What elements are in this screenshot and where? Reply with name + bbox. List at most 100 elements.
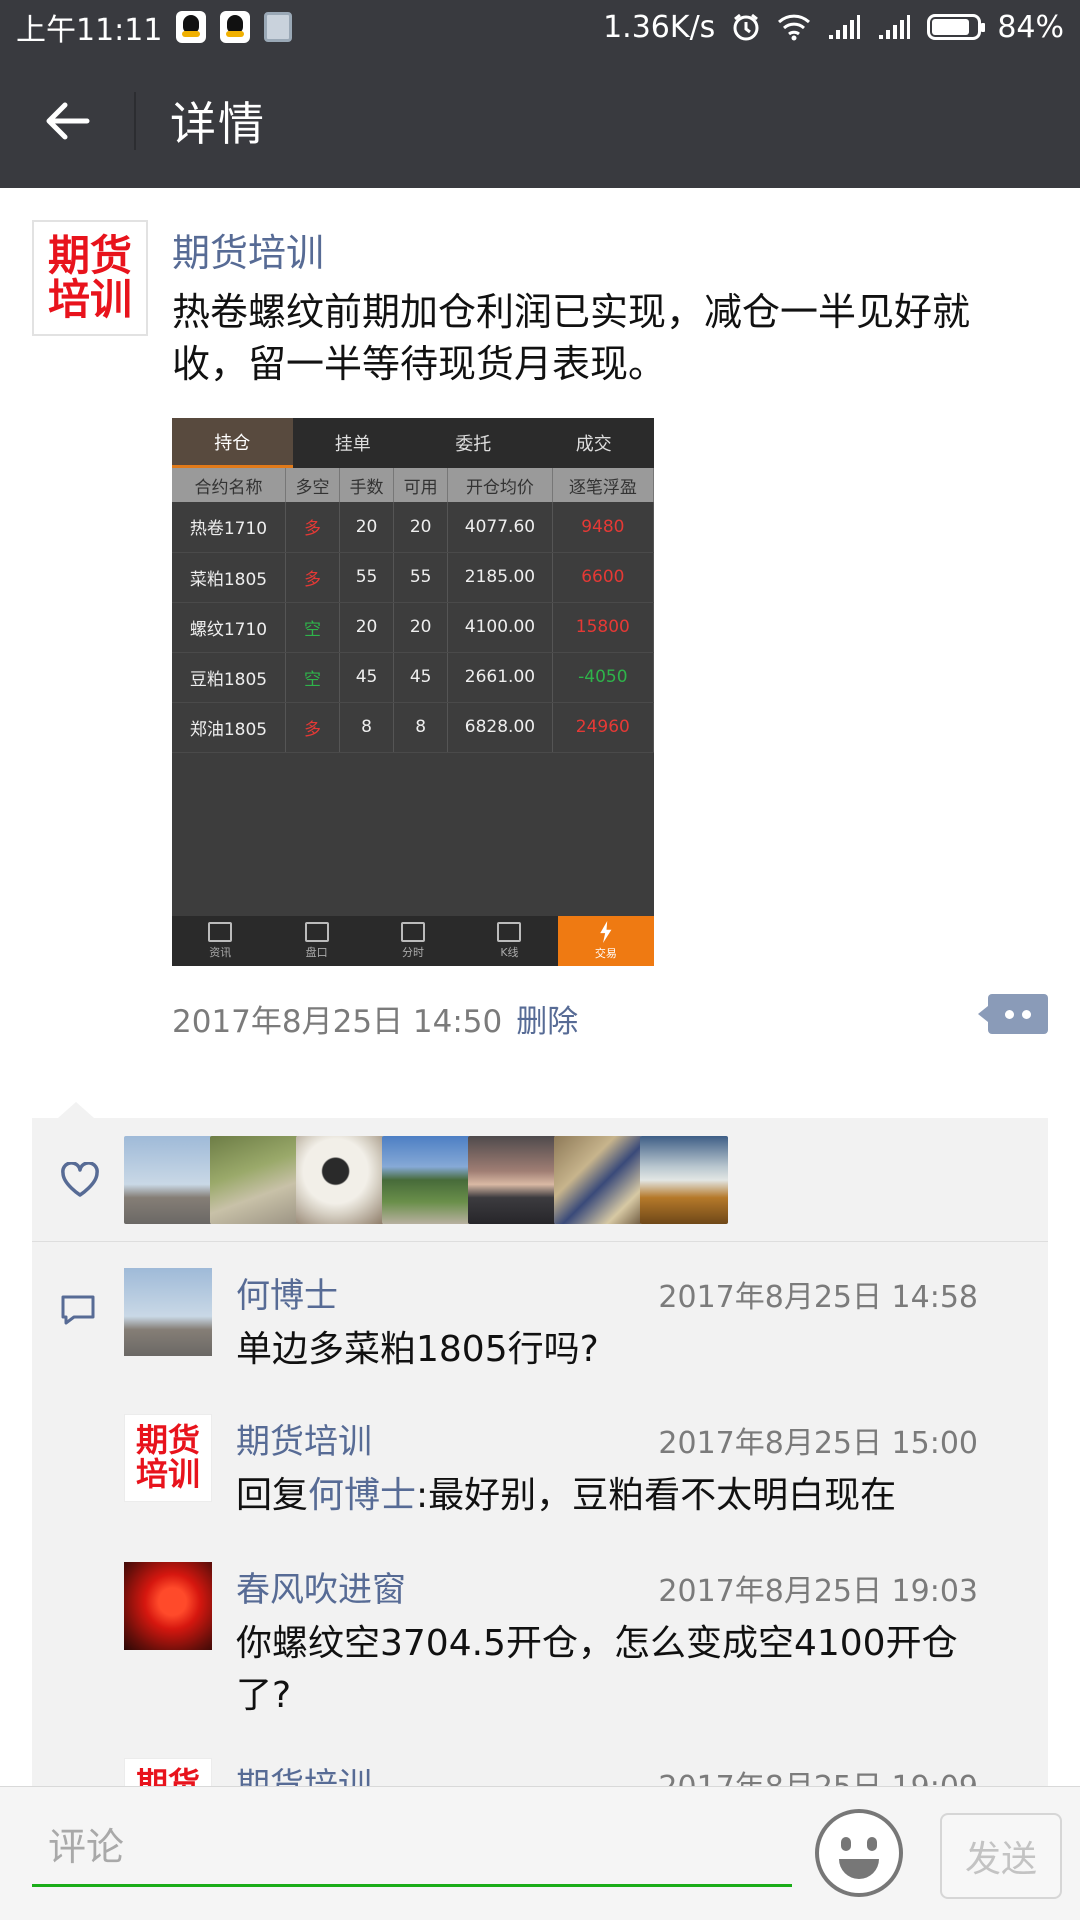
comment-item: 春风吹进窗 2017年8月25日 19:03 你螺纹空3704.5开仓，怎么变成… xyxy=(124,1562,1034,1732)
comment-item: 期货 培训 期货培训 2017年8月25日 15:00 回复何博士:最好别，豆粕… xyxy=(124,1414,1034,1534)
qq-notification-icon xyxy=(176,11,207,43)
comment-time: 2017年8月25日 15:00 xyxy=(658,1426,978,1461)
table-cell: 20 xyxy=(339,502,395,553)
table-cell: 8 xyxy=(339,702,395,753)
table-cell: 螺纹1710 xyxy=(172,602,286,653)
like-avatar[interactable] xyxy=(210,1136,298,1224)
nav-label: 资讯 xyxy=(209,946,232,959)
back-arrow-icon xyxy=(46,102,90,140)
table-cell: 4100.00 xyxy=(447,602,553,653)
commenter-avatar[interactable] xyxy=(124,1562,212,1650)
comment-input-bar: 发送 xyxy=(0,1786,1080,1920)
screenshot-tab: 成交 xyxy=(575,434,612,455)
table-header-cell: 合约名称 xyxy=(172,468,286,502)
table-cell: 热卷1710 xyxy=(172,502,286,553)
page-title: 详情 xyxy=(170,97,266,151)
table-row: 螺纹1710 空 20 20 4100.00 15800 xyxy=(172,602,654,653)
comment-time: 2017年8月25日 19:09 xyxy=(658,1770,978,1788)
table-header-cell: 手数 xyxy=(339,468,395,502)
commenter-avatar[interactable] xyxy=(124,1268,212,1356)
table-cell: 空 xyxy=(285,652,341,703)
likes-row xyxy=(32,1118,1048,1242)
emoji-eye-icon xyxy=(841,1837,851,1851)
avatar-logo-text: 期货 xyxy=(47,230,132,280)
table-cell: 6600 xyxy=(552,552,654,603)
note-notification-icon xyxy=(264,12,293,42)
table-cell: 24960 xyxy=(552,702,654,753)
commenter-name[interactable]: 何博士 xyxy=(236,1268,338,1317)
like-avatar[interactable] xyxy=(640,1136,728,1224)
network-speed: 1.36K/s xyxy=(603,9,716,45)
back-button[interactable] xyxy=(0,54,134,188)
post-author-avatar[interactable]: 期货 培训 xyxy=(32,220,148,336)
emoji-mouth-icon xyxy=(839,1859,879,1879)
table-cell: 多 xyxy=(285,702,341,753)
screenshot-tab: 委托 xyxy=(455,434,492,455)
post-author-name[interactable]: 期货培训 xyxy=(172,222,324,277)
commenter-name[interactable]: 春风吹进窗 xyxy=(236,1562,406,1611)
table-header-cell: 多空 xyxy=(285,468,341,502)
table-row: 豆粕1805 空 45 45 2661.00 -4050 xyxy=(172,652,654,703)
reply-prefix: 回复 xyxy=(236,1475,309,1516)
commenter-avatar[interactable]: 期货 培训 xyxy=(124,1414,212,1502)
table-cell: 2661.00 xyxy=(447,652,553,703)
table-cell: 20 xyxy=(393,602,449,653)
send-button[interactable]: 发送 xyxy=(940,1813,1062,1899)
comment-item: 期货 培训 期货培训 2017年8月25日 19:09 xyxy=(124,1758,1034,1788)
avatar-logo-text: 期货 xyxy=(135,1421,200,1460)
panel-pointer xyxy=(58,1102,94,1118)
screenshot-nav-item: 盘口 xyxy=(268,916,364,966)
table-cell: 55 xyxy=(393,552,449,603)
comment-text[interactable]: 回复何博士:最好别，豆粕看不太明白现在 xyxy=(236,1470,996,1522)
table-header-cell: 可用 xyxy=(393,468,449,502)
commenter-name[interactable]: 期货培训 xyxy=(236,1414,372,1463)
reply-body: :最好别，豆粕看不太明白现在 xyxy=(416,1475,897,1516)
wifi-icon xyxy=(778,14,811,41)
battery-icon xyxy=(927,14,986,40)
commenter-name[interactable]: 期货培训 xyxy=(236,1758,372,1788)
like-avatar[interactable] xyxy=(554,1136,642,1224)
table-cell: -4050 xyxy=(552,652,654,703)
nav-label: 交易 xyxy=(594,947,617,960)
comment-text[interactable]: 你螺纹空3704.5开仓，怎么变成空4100开仓了? xyxy=(236,1618,996,1722)
delete-link[interactable]: 删除 xyxy=(516,996,578,1041)
like-avatar[interactable] xyxy=(382,1136,470,1224)
nav-label: K线 xyxy=(500,946,519,959)
post-text: 热卷螺纹前期加仓利润已实现，减仓一半见好就收，留一半等待现货月表现。 xyxy=(172,290,971,386)
comment-icon xyxy=(61,1295,95,1325)
table-cell: 45 xyxy=(339,652,395,703)
alarm-icon xyxy=(733,13,759,41)
screenshot-nav-item: K线 xyxy=(461,916,557,966)
table-cell: 6828.00 xyxy=(447,702,553,753)
table-cell: 9480 xyxy=(552,502,654,553)
table-cell: 2185.00 xyxy=(447,552,553,603)
commenter-avatar[interactable]: 期货 培训 xyxy=(124,1758,212,1788)
like-avatar[interactable] xyxy=(124,1136,212,1224)
comment-text[interactable]: 单边多菜粕1805行吗? xyxy=(236,1324,996,1376)
table-cell: 4077.60 xyxy=(447,502,553,553)
table-cell: 多 xyxy=(285,502,341,553)
screenshot-tab: 挂单 xyxy=(334,434,371,455)
battery-percent: 84% xyxy=(997,9,1064,45)
table-cell: 豆粕1805 xyxy=(172,652,286,703)
table-cell: 20 xyxy=(339,602,395,653)
comment-time: 2017年8月25日 14:58 xyxy=(658,1280,978,1315)
more-actions-button[interactable] xyxy=(978,994,1048,1034)
post-image[interactable]: 持仓 挂单 委托 成交 合约名称 多空 手数 可用 开仓均价 逐笔浮盈 热卷1710 多 20 20 4… xyxy=(172,418,654,966)
like-avatar[interactable] xyxy=(296,1136,384,1224)
title-bar: 详情 xyxy=(0,54,1080,188)
table-header-cell: 开仓均价 xyxy=(447,468,553,502)
table-row: 热卷1710 多 20 20 4077.60 9480 xyxy=(172,502,654,553)
nav-icon xyxy=(600,921,612,943)
screenshot-nav-item: 交易 xyxy=(557,916,654,966)
emoji-button[interactable] xyxy=(815,1809,903,1897)
reply-to-name[interactable]: 何博士 xyxy=(308,1475,416,1516)
nav-icon xyxy=(304,922,329,942)
table-cell: 多 xyxy=(285,552,341,603)
table-cell: 15800 xyxy=(552,602,654,653)
table-row: 郑油1805 多 8 8 6828.00 24960 xyxy=(172,702,654,753)
avatar-logo-text: 培训 xyxy=(47,275,132,324)
table-row: 菜粕1805 多 55 55 2185.00 6600 xyxy=(172,552,654,603)
like-avatar[interactable] xyxy=(468,1136,556,1224)
comment-input[interactable] xyxy=(32,1809,792,1887)
